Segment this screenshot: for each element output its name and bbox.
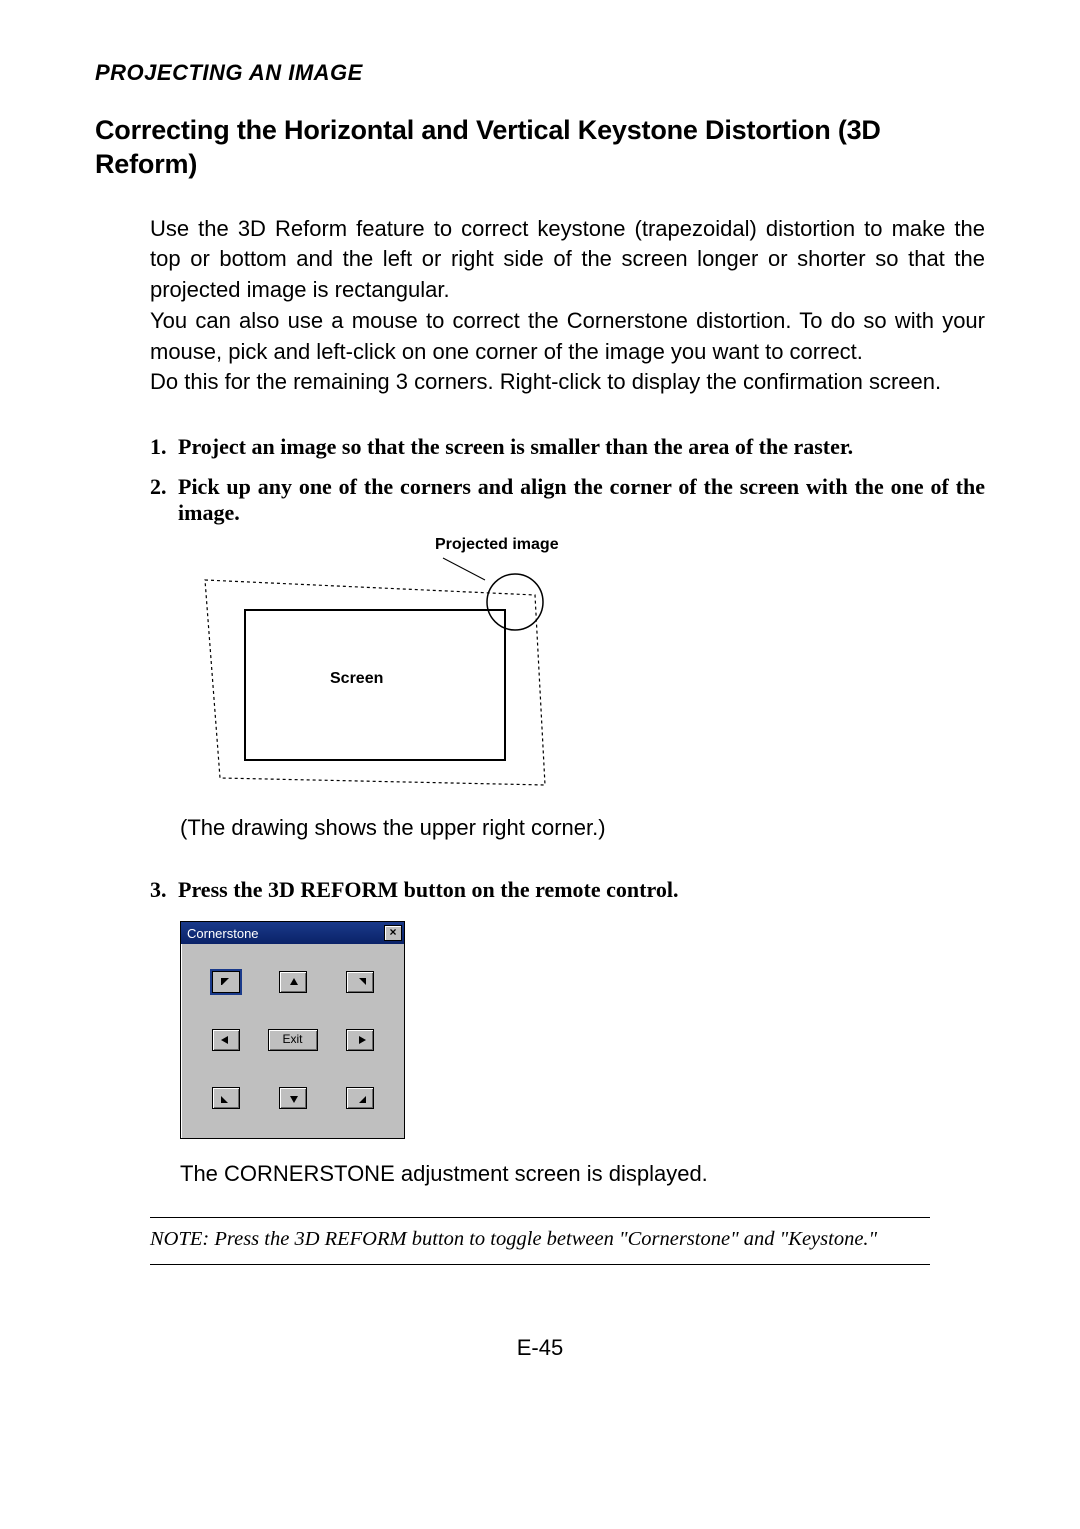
- intro-text: Use the 3D Reform feature to correct key…: [150, 214, 985, 399]
- corner-dl-button[interactable]: [212, 1087, 240, 1109]
- arrow-up-right-icon: [359, 978, 366, 985]
- corner-ur-button[interactable]: [346, 971, 374, 993]
- arrow-right-icon: [359, 1036, 366, 1044]
- step-number: 3.: [150, 877, 178, 903]
- corner-dr-button[interactable]: [346, 1087, 374, 1109]
- steps-list: 1. Project an image so that the screen i…: [150, 434, 985, 526]
- corner-ul-button[interactable]: [212, 971, 240, 993]
- edge-down-button[interactable]: [279, 1087, 307, 1109]
- arrow-down-right-icon: [359, 1096, 366, 1103]
- edge-right-button[interactable]: [346, 1029, 374, 1051]
- steps-list-cont: 3. Press the 3D REFORM button on the rem…: [150, 877, 985, 903]
- figure-caption: (The drawing shows the upper right corne…: [180, 815, 985, 841]
- arrow-up-left-icon: [221, 978, 229, 986]
- step-number: 1.: [150, 434, 178, 460]
- step-text: Project an image so that the screen is s…: [178, 434, 985, 460]
- exit-button[interactable]: Exit: [268, 1029, 318, 1051]
- section-header: PROJECTING AN IMAGE: [95, 60, 985, 86]
- after-dialog-text: The CORNERSTONE adjustment screen is dis…: [180, 1161, 985, 1187]
- page-number: E-45: [95, 1335, 985, 1361]
- step-number: 2.: [150, 474, 178, 526]
- page: PROJECTING AN IMAGE Correcting the Horiz…: [0, 0, 1080, 1401]
- arrow-down-icon: [290, 1096, 298, 1103]
- intro-p3: Do this for the remaining 3 corners. Rig…: [150, 367, 985, 398]
- step-1: 1. Project an image so that the screen i…: [150, 434, 985, 460]
- page-title: Correcting the Horizontal and Vertical K…: [95, 114, 985, 182]
- arrow-down-left-icon: [221, 1096, 228, 1103]
- dialog-titlebar: Cornerstone ×: [181, 922, 404, 944]
- step-2: 2. Pick up any one of the corners and al…: [150, 474, 985, 526]
- arrow-left-icon: [221, 1036, 228, 1044]
- arrow-up-icon: [290, 978, 298, 985]
- step-text: Press the 3D REFORM button on the remote…: [178, 877, 985, 903]
- cornerstone-grid: Exit: [181, 944, 404, 1138]
- note-text: NOTE: Press the 3D REFORM button to togg…: [150, 1226, 930, 1254]
- step-3: 3. Press the 3D REFORM button on the rem…: [150, 877, 985, 903]
- edge-left-button[interactable]: [212, 1029, 240, 1051]
- note-block: NOTE: Press the 3D REFORM button to togg…: [150, 1217, 930, 1265]
- edge-up-button[interactable]: [279, 971, 307, 993]
- step-text: Pick up any one of the corners and align…: [178, 474, 985, 526]
- label-screen: Screen: [330, 670, 383, 688]
- dialog-title: Cornerstone: [187, 926, 259, 941]
- close-button[interactable]: ×: [384, 925, 402, 941]
- intro-p2: You can also use a mouse to correct the …: [150, 306, 985, 368]
- figure-keystone: Projected image Screen: [185, 540, 575, 805]
- intro-p1: Use the 3D Reform feature to correct key…: [150, 214, 985, 306]
- cornerstone-dialog: Cornerstone × Exit: [180, 921, 405, 1139]
